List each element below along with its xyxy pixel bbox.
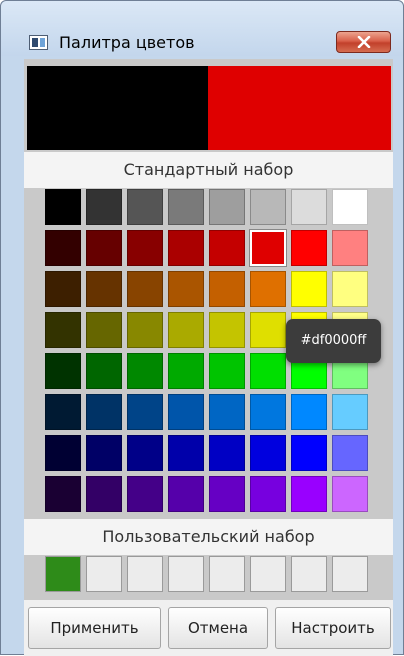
standard-color-swatch[interactable] xyxy=(86,435,122,471)
standard-color-swatch[interactable] xyxy=(86,271,122,307)
standard-color-swatch[interactable] xyxy=(250,476,286,512)
standard-color-swatch[interactable] xyxy=(86,230,122,266)
standard-color-swatch[interactable] xyxy=(168,435,204,471)
previous-color-preview xyxy=(27,66,208,150)
standard-color-swatch[interactable] xyxy=(249,229,287,267)
color-palette-dialog: Палитра цветов Стандартный набор #df0000… xyxy=(0,0,404,656)
standard-color-swatch[interactable] xyxy=(45,230,81,266)
standard-color-swatch[interactable] xyxy=(209,435,245,471)
standard-color-swatch[interactable] xyxy=(168,271,204,307)
standard-color-swatch[interactable] xyxy=(209,312,245,348)
standard-color-swatch[interactable] xyxy=(45,353,81,389)
standard-color-swatch[interactable] xyxy=(209,476,245,512)
standard-color-swatch[interactable] xyxy=(127,476,163,512)
window-title: Палитра цветов xyxy=(59,33,195,52)
standard-color-swatch[interactable] xyxy=(291,189,327,225)
customize-button[interactable]: Настроить xyxy=(275,607,391,649)
standard-color-swatch[interactable] xyxy=(332,189,368,225)
standard-color-swatch[interactable] xyxy=(291,271,327,307)
standard-color-swatch[interactable] xyxy=(250,435,286,471)
standard-color-swatch[interactable] xyxy=(291,230,327,266)
standard-set-label: Стандартный набор xyxy=(24,152,393,188)
standard-color-swatch[interactable] xyxy=(45,394,81,430)
standard-color-swatch[interactable] xyxy=(291,476,327,512)
custom-color-swatch[interactable] xyxy=(250,556,286,592)
close-icon xyxy=(357,36,371,48)
standard-color-swatch[interactable] xyxy=(45,189,81,225)
standard-color-swatch[interactable] xyxy=(45,312,81,348)
apply-button[interactable]: Применить xyxy=(28,607,161,649)
title-bar[interactable]: Палитра цветов xyxy=(1,1,403,56)
standard-color-swatch[interactable] xyxy=(86,312,122,348)
color-tooltip: #df0000ff xyxy=(286,319,381,363)
standard-color-swatch[interactable] xyxy=(168,476,204,512)
standard-color-swatch[interactable] xyxy=(209,271,245,307)
standard-color-swatch[interactable] xyxy=(209,230,245,266)
standard-color-swatch[interactable] xyxy=(291,435,327,471)
standard-color-swatch[interactable] xyxy=(86,394,122,430)
standard-color-swatch[interactable] xyxy=(168,353,204,389)
standard-color-swatch[interactable] xyxy=(86,189,122,225)
close-button[interactable] xyxy=(336,31,391,53)
standard-color-swatch[interactable] xyxy=(127,230,163,266)
standard-color-swatch[interactable] xyxy=(127,394,163,430)
standard-color-swatch[interactable] xyxy=(86,353,122,389)
custom-color-swatch[interactable] xyxy=(127,556,163,592)
standard-color-swatch[interactable] xyxy=(250,271,286,307)
custom-color-swatch[interactable] xyxy=(209,556,245,592)
standard-color-swatch[interactable] xyxy=(332,394,368,430)
standard-color-swatch[interactable] xyxy=(209,189,245,225)
standard-color-swatch[interactable] xyxy=(332,435,368,471)
standard-color-swatch[interactable] xyxy=(45,476,81,512)
standard-color-swatch[interactable] xyxy=(86,476,122,512)
custom-color-swatch[interactable] xyxy=(332,556,368,592)
standard-color-swatch[interactable] xyxy=(168,312,204,348)
custom-color-swatch[interactable] xyxy=(86,556,122,592)
custom-color-swatch[interactable] xyxy=(168,556,204,592)
standard-color-swatch[interactable] xyxy=(209,394,245,430)
custom-color-swatch[interactable] xyxy=(291,556,327,592)
dialog-content: Стандартный набор #df0000ff Пользователь… xyxy=(24,59,393,656)
standard-color-swatch[interactable] xyxy=(168,230,204,266)
cancel-button[interactable]: Отмена xyxy=(168,607,268,649)
button-bar: Применить Отмена Настроить xyxy=(24,600,393,656)
standard-color-swatch[interactable] xyxy=(250,353,286,389)
standard-color-swatch[interactable] xyxy=(209,353,245,389)
standard-color-swatch[interactable] xyxy=(332,271,368,307)
standard-color-swatch[interactable] xyxy=(168,394,204,430)
new-color-preview xyxy=(208,66,391,150)
standard-color-swatch[interactable] xyxy=(127,312,163,348)
standard-color-swatch[interactable] xyxy=(291,394,327,430)
custom-set-label: Пользовательский набор xyxy=(24,519,393,555)
standard-color-swatch[interactable] xyxy=(250,189,286,225)
standard-color-swatch[interactable] xyxy=(127,271,163,307)
standard-color-swatch[interactable] xyxy=(250,312,286,348)
standard-color-swatch[interactable] xyxy=(45,271,81,307)
custom-color-grid xyxy=(45,556,368,592)
standard-color-swatch[interactable] xyxy=(332,476,368,512)
standard-color-swatch[interactable] xyxy=(45,435,81,471)
standard-color-swatch[interactable] xyxy=(127,435,163,471)
standard-color-swatch[interactable] xyxy=(168,189,204,225)
custom-color-swatch[interactable] xyxy=(45,556,81,592)
standard-color-swatch[interactable] xyxy=(127,189,163,225)
standard-color-swatch[interactable] xyxy=(250,394,286,430)
standard-color-swatch[interactable] xyxy=(332,230,368,266)
standard-color-swatch[interactable] xyxy=(127,353,163,389)
color-palette-app-icon xyxy=(29,35,48,50)
